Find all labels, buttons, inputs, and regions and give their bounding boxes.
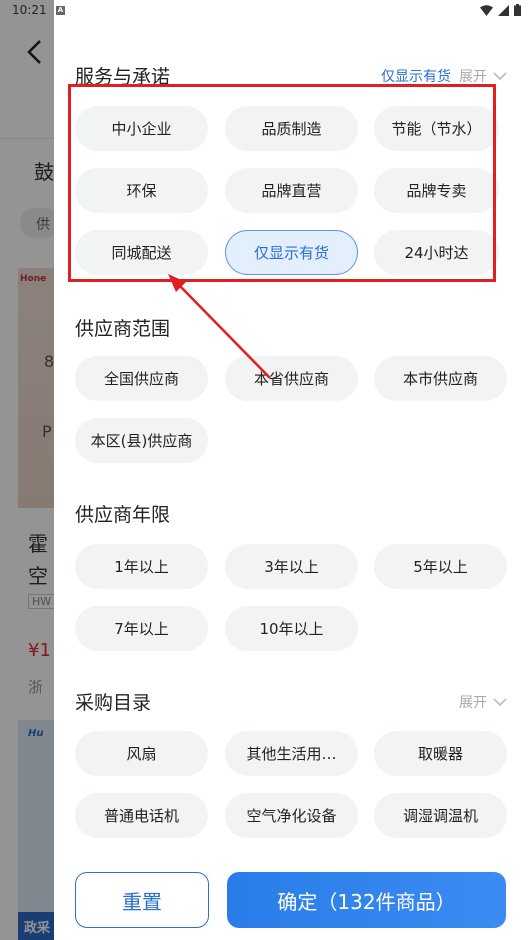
chip-1-year[interactable]: 1年以上 (75, 544, 208, 589)
chip-district-supplier[interactable]: 本区(县)供应商 (75, 418, 208, 463)
chip-3-years[interactable]: 3年以上 (225, 544, 358, 589)
chip-air-purifier[interactable]: 空气净化设备 (225, 793, 358, 838)
chevron-down-icon (493, 697, 507, 706)
signal-icon (498, 4, 509, 16)
chip-5-years[interactable]: 5年以上 (374, 544, 507, 589)
expand-label: 展开 (459, 69, 487, 85)
chip-city-supplier[interactable]: 本市供应商 (374, 356, 507, 401)
bottom-action-bar: 重置 确定（132件商品） (54, 858, 529, 940)
section-title-supplier-scope: 供应商范围 (75, 318, 171, 340)
chip-telephone[interactable]: 普通电话机 (75, 793, 208, 838)
notification-a-icon: A (56, 6, 65, 15)
chip-7-years[interactable]: 7年以上 (75, 606, 208, 651)
wifi-icon (480, 4, 493, 16)
status-time: 10:21 (12, 3, 47, 17)
chip-national-supplier[interactable]: 全国供应商 (75, 356, 208, 401)
status-bar: 10:21 A (0, 0, 529, 22)
annotation-highlight-box (68, 84, 496, 282)
expand-button[interactable]: 展开 (459, 66, 507, 86)
section-title-catalog: 采购目录 (75, 692, 152, 714)
expand-label: 展开 (459, 695, 487, 711)
catalog-header-actions: 展开 (459, 692, 507, 712)
chip-heater[interactable]: 取暖器 (374, 731, 507, 776)
expand-button[interactable]: 展开 (459, 692, 507, 712)
battery-icon (514, 4, 521, 16)
reset-button[interactable]: 重置 (75, 872, 209, 928)
chip-other-appliances[interactable]: 其他生活用… (225, 731, 358, 776)
chevron-down-icon (493, 71, 507, 80)
only-in-stock-link[interactable]: 仅显示有货 (381, 66, 451, 86)
confirm-button[interactable]: 确定（132件商品） (227, 872, 506, 928)
chip-10-years[interactable]: 10年以上 (225, 606, 358, 651)
system-icons (480, 4, 521, 16)
chip-province-supplier[interactable]: 本省供应商 (225, 356, 358, 401)
service-header-actions: 仅显示有货 展开 (381, 66, 507, 86)
section-title-supplier-years: 供应商年限 (75, 504, 171, 526)
chip-humidity-control[interactable]: 调湿调温机 (374, 793, 507, 838)
chip-fan[interactable]: 风扇 (75, 731, 208, 776)
